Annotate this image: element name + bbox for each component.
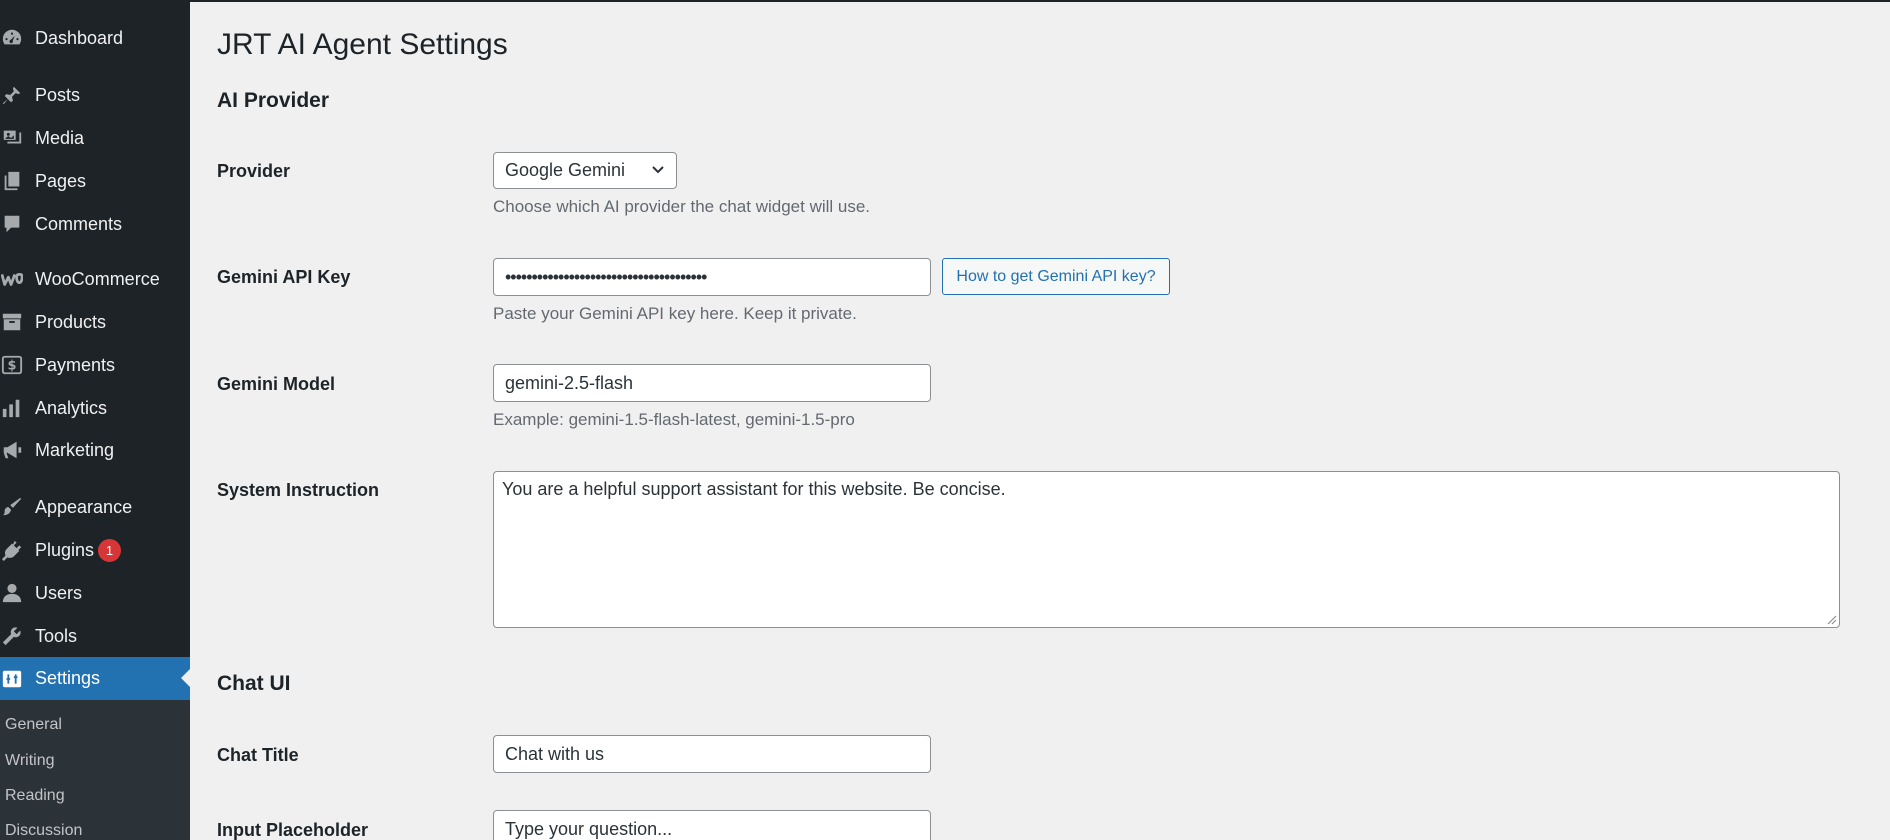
page-title: JRT AI Agent Settings [217, 28, 508, 61]
system-instruction-textarea[interactable]: You are a helpful support assistant for … [493, 471, 1840, 628]
system-instruction-label: System Instruction [217, 480, 380, 500]
woocommerce-icon [0, 267, 24, 291]
admin-sidebar: Dashboard Posts Media Pages Comments Woo… [0, 0, 190, 840]
comment-icon [0, 212, 24, 236]
sidebar-item-posts[interactable]: Posts [0, 77, 190, 113]
sidebar-item-label: Marketing [35, 439, 115, 460]
sidebar-item-label: Products [35, 311, 107, 332]
sidebar-item-products[interactable]: Products [0, 304, 190, 340]
sidebar-item-tools[interactable]: Tools [0, 618, 190, 654]
user-icon [0, 581, 24, 605]
sidebar-item-label: Users [35, 582, 83, 603]
megaphone-icon [0, 438, 24, 462]
sidebar-item-settings[interactable]: Settings [0, 657, 190, 700]
sidebar-item-label: WooCommerce [35, 268, 160, 289]
sidebar-item-users[interactable]: Users [0, 575, 190, 611]
media-icon [0, 126, 24, 150]
section-title-ai-provider: AI Provider [217, 89, 330, 112]
svg-text:$: $ [8, 359, 17, 374]
settings-icon [0, 667, 24, 691]
chat-title-label: Chat Title [217, 745, 299, 765]
sidebar-item-dashboard[interactable]: Dashboard [0, 20, 190, 56]
top-border [0, 0, 1890, 2]
sidebar-item-label: Payments [35, 354, 116, 375]
input-placeholder-field[interactable]: Type your question... [493, 810, 931, 840]
api-key-label: Gemini API Key [217, 267, 351, 287]
sidebar-item-label: Tools [35, 625, 78, 646]
provider-select-value: Google Gemini [505, 160, 626, 180]
settings-submenu: General Writing Reading Discussion [0, 700, 190, 840]
brush-icon [0, 495, 24, 519]
submenu-item-discussion[interactable]: Discussion [5, 822, 82, 840]
update-count-badge: 1 [98, 538, 121, 562]
model-label: Gemini Model [217, 374, 336, 394]
gemini-api-key-help-button[interactable]: How to get Gemini API key? [942, 258, 1170, 295]
plug-icon [0, 538, 24, 562]
dollar-icon: $ [0, 353, 24, 377]
input-placeholder-label: Input Placeholder [217, 820, 369, 840]
submenu-item-writing[interactable]: Writing [5, 752, 55, 770]
model-field[interactable]: gemini-2.5-flash [493, 364, 931, 402]
submenu-item-general[interactable]: General [5, 716, 62, 734]
sidebar-item-payments[interactable]: $ Payments [0, 347, 190, 383]
provider-select[interactable]: Google Gemini [493, 152, 677, 189]
sidebar-item-label: Comments [35, 213, 123, 234]
sidebar-item-appearance[interactable]: Appearance [0, 489, 190, 525]
sidebar-item-label: Settings [35, 668, 101, 688]
section-title-chat-ui: Chat UI [217, 672, 291, 695]
sidebar-item-comments[interactable]: Comments [0, 206, 190, 242]
provider-description: Choose which AI provider the chat widget… [493, 197, 871, 216]
sidebar-item-label: Media [35, 127, 85, 148]
resize-handle-icon[interactable] [1825, 613, 1837, 625]
provider-label: Provider [217, 161, 291, 181]
sidebar-item-label: Appearance [35, 496, 133, 517]
sidebar-item-label: Posts [35, 84, 81, 105]
sidebar-item-plugins[interactable]: Plugins 1 [0, 532, 190, 568]
chat-title-field[interactable]: Chat with us [493, 735, 931, 773]
system-instruction-text: You are a helpful support assistant for … [502, 479, 1006, 499]
chevron-down-icon [652, 166, 664, 174]
wrench-icon [0, 624, 24, 648]
sidebar-item-label: Dashboard [35, 27, 124, 48]
sidebar-item-analytics[interactable]: Analytics [0, 390, 190, 426]
sidebar-item-label: Plugins [35, 539, 95, 560]
sidebar-item-pages[interactable]: Pages [0, 163, 190, 199]
api-key-description: Paste your Gemini API key here. Keep it … [493, 304, 857, 323]
submenu-item-reading[interactable]: Reading [5, 787, 65, 805]
sidebar-item-label: Analytics [35, 397, 108, 418]
pin-icon [0, 83, 24, 107]
chart-bar-icon [0, 396, 24, 420]
archive-icon [0, 310, 24, 334]
pages-icon [0, 169, 24, 193]
sidebar-item-woocommerce[interactable]: WooCommerce [0, 261, 190, 297]
api-key-field[interactable]: •••••••••••••••••••••••••••••••••••••• [493, 258, 931, 296]
sidebar-item-marketing[interactable]: Marketing [0, 432, 190, 468]
sidebar-item-media[interactable]: Media [0, 120, 190, 156]
dashboard-icon [0, 26, 24, 50]
model-description: Example: gemini-1.5-flash-latest, gemini… [493, 410, 855, 429]
sidebar-item-label: Pages [35, 170, 87, 191]
